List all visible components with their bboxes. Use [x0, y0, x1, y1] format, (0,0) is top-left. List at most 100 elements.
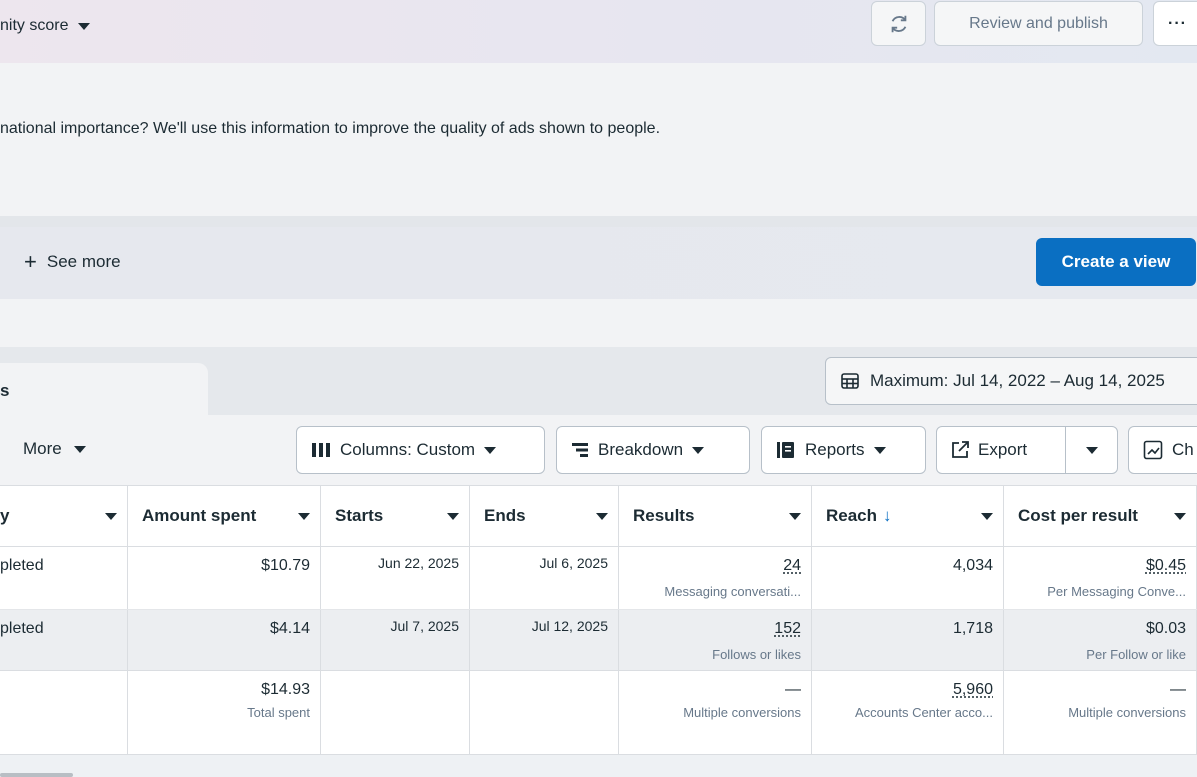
chart-icon: [1143, 440, 1163, 460]
delivery-status: pleted: [0, 557, 44, 575]
divider: [0, 216, 1197, 227]
total-reach-label: Accounts Center acco...: [855, 705, 993, 720]
total-reach[interactable]: 5,960: [953, 681, 993, 699]
date-range-picker[interactable]: Maximum: Jul 14, 2022 – Aug 14, 2025: [825, 357, 1197, 405]
column-header-label: Reach: [826, 506, 877, 525]
total-cost-label: Multiple conversions: [1068, 705, 1186, 720]
column-header-ends[interactable]: Ends: [470, 486, 619, 546]
start-date: Jun 22, 2025: [378, 555, 459, 571]
review-publish-label: Review and publish: [969, 15, 1108, 33]
caret-down-icon: [789, 513, 801, 520]
calendar-icon: [840, 371, 860, 391]
column-header-results[interactable]: Results: [619, 486, 812, 546]
date-range-label: Maximum: Jul 14, 2022 – Aug 14, 2025: [870, 371, 1165, 391]
column-header-label: Amount spent: [142, 506, 256, 526]
breakdown-button[interactable]: Breakdown: [556, 426, 750, 474]
column-header-label: Starts: [335, 506, 383, 526]
cost-per-result-value[interactable]: $0.45: [1146, 557, 1186, 575]
export-options-button[interactable]: [1065, 426, 1118, 474]
more-options-button[interactable]: ···: [1153, 1, 1197, 46]
more-dots-icon: ···: [1168, 15, 1187, 33]
see-more-label: See more: [47, 252, 121, 272]
caret-down-icon: [1086, 447, 1098, 454]
export-button[interactable]: Export: [936, 426, 1066, 474]
breakdown-label: Breakdown: [598, 440, 683, 460]
reach-value: 4,034: [953, 557, 993, 575]
caret-down-icon: [105, 513, 117, 520]
end-date: Jul 12, 2025: [532, 618, 608, 634]
chart-label: Ch: [1172, 440, 1194, 460]
caret-down-icon: [874, 447, 886, 454]
reports-button[interactable]: Reports: [761, 426, 926, 474]
cost-per-result-type: Per Messaging Conve...: [1047, 584, 1186, 599]
column-header-amount-spent[interactable]: Amount spent: [128, 486, 321, 546]
column-header-starts[interactable]: Starts: [321, 486, 470, 546]
refresh-icon: [888, 13, 910, 35]
column-header-label: y: [0, 506, 9, 526]
caret-down-icon: [74, 446, 86, 453]
tabs-bar: s Maximum: Jul 14, 2022 – Aug 14, 2025: [0, 347, 1197, 415]
results-value[interactable]: 24: [783, 557, 801, 575]
caret-down-icon: [298, 513, 310, 520]
notice-text: national importance? We'll use this info…: [0, 120, 660, 138]
more-menu-label: More: [23, 439, 62, 459]
cost-per-result-type: Per Follow or like: [1086, 647, 1186, 662]
columns-icon: [311, 442, 331, 458]
results-value[interactable]: 152: [774, 620, 801, 638]
results-type: Messaging conversati...: [664, 584, 801, 599]
results-type: Follows or likes: [712, 647, 801, 662]
total-amount-spent: $14.93: [261, 681, 310, 699]
export-label: Export: [978, 440, 1027, 460]
caret-down-icon: [447, 513, 459, 520]
tab-active[interactable]: s: [0, 363, 208, 415]
caret-down-icon: [1174, 513, 1186, 520]
columns-label: Columns: Custom: [340, 440, 475, 460]
chart-button[interactable]: Ch: [1128, 426, 1197, 474]
table-row[interactable]: pleted $4.14 Jul 7, 2025 Jul 12, 2025 15…: [0, 609, 1197, 670]
create-view-button[interactable]: Create a view: [1036, 238, 1196, 286]
caret-down-icon: [981, 513, 993, 520]
total-cost-per-result: —: [1170, 681, 1186, 699]
reports-icon: [776, 441, 796, 459]
total-results: —: [785, 681, 801, 699]
create-view-label: Create a view: [1062, 252, 1171, 272]
table-row[interactable]: pleted $10.79 Jun 22, 2025 Jul 6, 2025 2…: [0, 547, 1197, 609]
see-more-button[interactable]: + See more: [24, 252, 121, 272]
table-totals-row: $14.93 Total spent — Multiple conversion…: [0, 670, 1197, 755]
opportunity-score-dropdown[interactable]: nity score: [0, 17, 90, 35]
top-bar: nity score Review and publish ···: [0, 0, 1197, 63]
sort-descending-icon: ↓: [883, 506, 892, 525]
reach-value: 1,718: [953, 620, 993, 638]
plus-icon: +: [24, 253, 37, 271]
end-date: Jul 6, 2025: [540, 555, 609, 571]
column-header-cost-per-result[interactable]: Cost per result: [1004, 486, 1197, 546]
tab-active-label: s: [0, 381, 9, 401]
amount-spent: $10.79: [261, 557, 310, 575]
reports-label: Reports: [805, 440, 865, 460]
column-header-delivery[interactable]: y: [0, 486, 128, 546]
opportunity-score-label: nity score: [0, 17, 68, 35]
column-header-label: Cost per result: [1018, 506, 1138, 526]
table-toolbar: More Columns: Custom Breakdown Reports E…: [0, 415, 1197, 485]
refresh-button[interactable]: [871, 1, 926, 46]
delivery-status: pleted: [0, 620, 44, 638]
notice-panel: national importance? We'll use this info…: [0, 63, 1197, 217]
start-date: Jul 7, 2025: [391, 618, 460, 634]
table-header-row: y Amount spent Starts Ends Results Reach…: [0, 485, 1197, 547]
more-menu-button[interactable]: More: [23, 439, 86, 459]
column-header-reach[interactable]: Reach ↓: [812, 486, 1004, 546]
amount-spent: $4.14: [270, 620, 310, 638]
caret-down-icon: [596, 513, 608, 520]
review-publish-button[interactable]: Review and publish: [934, 1, 1143, 46]
columns-button[interactable]: Columns: Custom: [296, 426, 545, 474]
cost-per-result-value: $0.03: [1146, 620, 1186, 638]
caret-down-icon: [484, 447, 496, 454]
horizontal-scrollbar[interactable]: [0, 773, 73, 777]
views-bar: + See more Create a view: [0, 227, 1197, 299]
caret-down-icon: [78, 23, 90, 30]
total-results-label: Multiple conversions: [683, 705, 801, 720]
column-header-label: Results: [633, 506, 694, 526]
column-header-label: Ends: [484, 506, 526, 526]
spacer: [0, 299, 1197, 347]
total-amount-label: Total spent: [247, 705, 310, 720]
